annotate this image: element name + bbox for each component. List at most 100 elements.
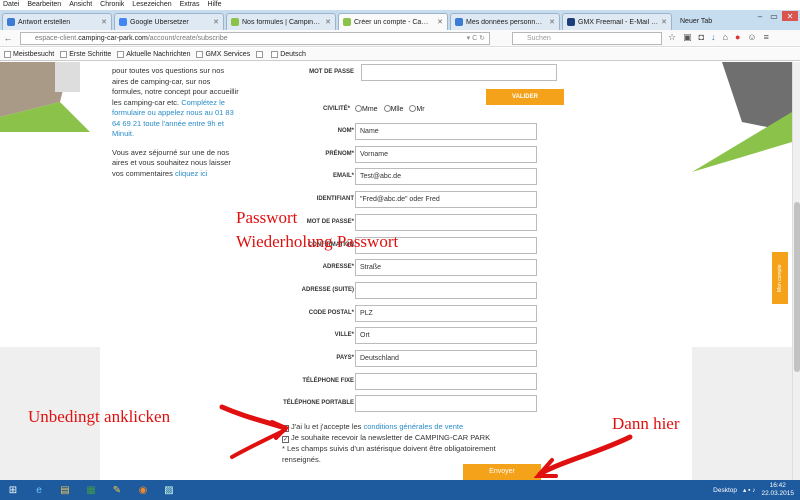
field-input[interactable]: PLZ <box>355 304 537 322</box>
menu-item[interactable]: Lesezeichen <box>132 0 171 10</box>
menu-item[interactable]: Datei <box>3 0 19 10</box>
bookmark-label: Aktuelle Nachrichten <box>126 50 191 58</box>
field-label: NOM* <box>337 128 354 134</box>
desktop-toolbar-label[interactable]: Desktop <box>713 487 737 494</box>
mon-compte-tab[interactable]: Mon compte <box>772 252 788 304</box>
smiley-icon[interactable]: ☺ <box>747 32 756 43</box>
excel-icon[interactable]: ▦ <box>78 481 104 499</box>
bookmark-item[interactable]: Erste Schritte <box>60 50 111 58</box>
menu-item[interactable]: Bearbeiten <box>27 0 61 10</box>
form-row: CODE POSTAL* PLZ <box>240 304 540 322</box>
field-input[interactable] <box>355 213 537 231</box>
cgv-checkbox[interactable]: ✓ <box>282 425 289 432</box>
home-icon[interactable]: ⌂ <box>723 32 728 43</box>
field-input[interactable]: Vorname <box>355 145 537 163</box>
download-icon[interactable]: ↓ <box>711 32 716 43</box>
field-input[interactable] <box>355 372 537 390</box>
tab-close-icon[interactable]: ✕ <box>549 18 555 26</box>
start-button-icon[interactable]: ⊞ <box>0 481 26 499</box>
tray-icons[interactable]: ▴ ▪ ♪ <box>743 486 755 494</box>
radio-icon[interactable] <box>355 105 362 112</box>
browser-tab[interactable]: GMX Freemail - E-Mail ma... ✕ <box>562 13 672 30</box>
field-input[interactable] <box>355 281 537 299</box>
maximize-icon[interactable]: ▭ <box>768 11 780 21</box>
menu-item[interactable]: Chronik <box>100 0 124 10</box>
field-input[interactable] <box>355 395 537 413</box>
clock-time: 16:42 <box>769 482 786 489</box>
field-label: MOT DE PASSE* <box>306 218 354 225</box>
bookmark-item[interactable]: Meistbesucht <box>4 50 54 58</box>
browser-tab[interactable]: Antwort erstellen ✕ <box>2 13 112 30</box>
civility-option[interactable]: Mlle <box>383 105 403 113</box>
menu-item[interactable]: Ansicht <box>69 0 92 10</box>
civility-option[interactable]: Mme <box>355 105 378 113</box>
adblock-icon[interactable]: ● <box>735 32 740 43</box>
field-input[interactable]: Name <box>355 123 537 140</box>
validate-button[interactable]: VALIDER <box>486 89 564 105</box>
internet-explorer-icon[interactable]: e <box>26 481 52 499</box>
scrollbar[interactable] <box>792 62 800 480</box>
menu-icon[interactable]: ≡ <box>764 32 769 43</box>
bookmark-label: Deutsch <box>280 50 306 58</box>
toolbar-icons: ☆ ▣ ◘ ↓ ⌂ ● ☺ ≡ <box>668 32 769 43</box>
bookmark-item[interactable] <box>256 50 265 58</box>
login-password-input[interactable] <box>361 64 557 81</box>
field-input[interactable]: Ort <box>355 327 537 345</box>
scrollbar-thumb[interactable] <box>794 202 800 372</box>
tab-favicon-icon <box>343 18 351 26</box>
field-label: ADRESSE (SUITE) <box>301 286 354 293</box>
bookmark-item[interactable]: Aktuelle Nachrichten <box>117 50 191 58</box>
submit-button[interactable]: Envoyer <box>463 464 541 480</box>
tab-title: Créer un compte - Campin... <box>354 18 435 26</box>
browser-tab[interactable]: Google Übersetzer ✕ <box>114 13 224 30</box>
browser-tab[interactable]: Mes données personnelles ...✕ <box>450 13 560 30</box>
tab-title: Mes données personnelles ... <box>466 18 547 26</box>
bookmark-icon <box>271 50 279 58</box>
cgv-link[interactable]: conditions générales de vente <box>363 422 463 431</box>
newsletter-row: ✓ Je souhaite recevoir la newsletter de C… <box>282 432 522 443</box>
field-label: PAYS* <box>336 355 354 361</box>
bookmark-item[interactable]: Deutsch <box>271 50 306 58</box>
menu-item[interactable]: Hilfe <box>207 0 221 10</box>
search-input[interactable]: Suchen <box>512 32 662 45</box>
bookmark-item[interactable]: GMX Services <box>196 50 250 58</box>
tab-close-icon[interactable]: ✕ <box>661 18 667 26</box>
clipboard-icon[interactable]: ▣ <box>683 32 692 43</box>
bookmark-icon <box>256 50 264 58</box>
form-row: TÉLÉPHONE FIXE <box>240 372 540 390</box>
reload-icon[interactable]: ▾ C ↻ <box>467 33 485 44</box>
tab-close-icon[interactable]: ✕ <box>101 18 107 26</box>
tab-title: Google Übersetzer <box>130 18 189 26</box>
lock-icon[interactable]: ◘ <box>699 32 704 43</box>
radio-icon[interactable] <box>383 105 391 112</box>
file-explorer-icon[interactable]: ▤ <box>52 481 78 499</box>
newsletter-checkbox[interactable]: ✓ <box>282 436 289 443</box>
app-icon[interactable]: ▨ <box>156 481 182 499</box>
tab-close-icon[interactable]: ✕ <box>213 18 219 26</box>
firefox-icon[interactable]: ◉ <box>130 481 156 499</box>
new-tab-button[interactable]: Neuer Tab <box>674 13 718 30</box>
navigation-toolbar: ← espace-client.camping-car-park.com/acc… <box>0 30 800 47</box>
browser-tab[interactable]: Nos formules | Camping-C... ✕ <box>226 13 336 30</box>
close-icon[interactable]: ✕ <box>782 11 798 21</box>
menu-item[interactable]: Extras <box>180 0 200 10</box>
civility-option[interactable]: Mr <box>409 105 425 113</box>
minimize-icon[interactable]: – <box>754 11 766 21</box>
field-input[interactable]: Test@abc.de <box>355 168 537 186</box>
field-input[interactable]: Straße <box>355 259 537 277</box>
browser-tab[interactable]: Créer un compte - Campin... ✕ <box>338 13 448 30</box>
star-icon[interactable]: ☆ <box>668 32 676 43</box>
url-bar[interactable]: espace-client.camping-car-park.com/accou… <box>20 32 490 45</box>
tab-close-icon[interactable]: ✕ <box>437 18 443 26</box>
field-input[interactable]: Deutschland <box>355 350 537 367</box>
back-arrow-icon[interactable]: ← <box>0 33 16 43</box>
civility-options: Mme Mlle Mr <box>355 105 425 113</box>
tab-close-icon[interactable]: ✕ <box>325 18 331 26</box>
field-input[interactable]: "Fred@abc.de" oder Fred <box>355 191 537 209</box>
review-link[interactable]: cliquez ici <box>175 169 208 178</box>
search-placeholder: Suchen <box>527 35 551 42</box>
form-row: IDENTIFIANT "Fred@abc.de" oder Fred <box>240 191 540 209</box>
review-text: Vous avez séjourné sur une de nos aires … <box>112 147 231 178</box>
clock[interactable]: 16:42 22.03.2015 <box>761 482 794 498</box>
paint-icon[interactable]: ✎ <box>104 481 130 499</box>
